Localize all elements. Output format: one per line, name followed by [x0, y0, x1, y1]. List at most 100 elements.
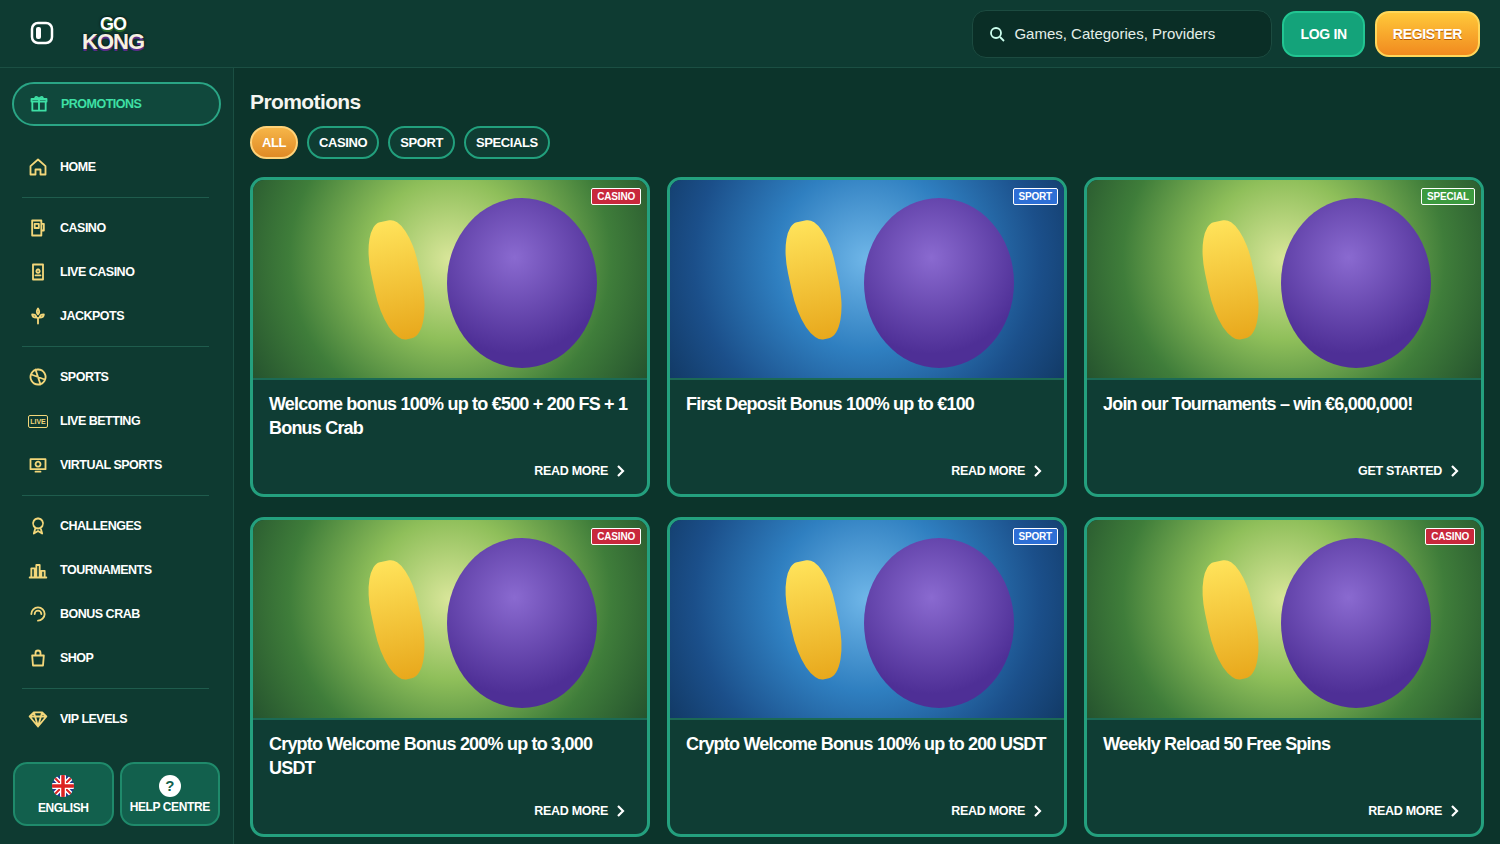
read-more-link[interactable]: GET STARTED: [1358, 464, 1465, 478]
read-more-link[interactable]: READ MORE: [534, 464, 631, 478]
promo-image: SPECIAL: [1087, 180, 1481, 380]
sidebar-item-icon: [28, 157, 48, 177]
sidebar-item[interactable]: VIRTUAL SPORTS: [0, 443, 233, 487]
link-label: READ MORE: [534, 464, 608, 478]
filter-pill[interactable]: SPORT: [388, 126, 455, 159]
sidebar-separator: [22, 197, 209, 198]
login-button[interactable]: LOG IN: [1282, 11, 1364, 57]
sidebar-item[interactable]: BONUS CRAB: [0, 592, 233, 636]
sidebar-item[interactable]: SPORTS: [0, 355, 233, 399]
search-placeholder: Games, Categories, Providers: [1014, 25, 1215, 42]
promo-card[interactable]: CASINO Crypto Welcome Bonus 200% up to 3,…: [250, 517, 650, 837]
promo-card[interactable]: SPORTCrypto Welcome Bonus 100% up to 200…: [667, 517, 1067, 837]
chevron-right-icon: [1032, 805, 1042, 817]
sidebar-item[interactable]: LIVE LIVE BETTING: [0, 399, 233, 443]
sidebar-item[interactable]: HOME: [0, 145, 233, 189]
card-title: Weekly Reload 50 Free Spins: [1103, 732, 1465, 756]
help-button[interactable]: ? HELP CENTRE: [120, 762, 221, 826]
sidebar-item-label: JACKPOTS: [60, 309, 124, 323]
sidebar-item-label: CASINO: [60, 221, 106, 235]
sidebar-item-label: BONUS CRAB: [60, 607, 140, 621]
sidebar-item-label: LIVE BETTING: [60, 414, 140, 428]
read-more-link[interactable]: READ MORE: [534, 804, 631, 818]
promo-image: CASINO: [253, 520, 647, 720]
gorilla-figure: [1281, 538, 1431, 708]
card-title: Crypto Welcome Bonus 200% up to 3,000 US…: [269, 732, 631, 781]
link-label: GET STARTED: [1358, 464, 1442, 478]
sidebar-item[interactable]: PROMOTIONS: [12, 82, 221, 126]
read-more-link[interactable]: READ MORE: [951, 804, 1048, 818]
sidebar-item-icon: [28, 709, 48, 729]
promo-card[interactable]: CASINO Weekly Reload 50 Free Spins READ MO…: [1084, 517, 1484, 837]
sidebar-item-label: SHOP: [60, 651, 93, 665]
sidebar-group: HOME: [0, 145, 233, 189]
promo-image: SPORT: [670, 520, 1064, 720]
promo-card[interactable]: SPECIAL Join our Tournaments – win €6,000…: [1084, 177, 1484, 497]
sidebar-item[interactable]: SHOP: [0, 636, 233, 680]
banana-figure: [778, 556, 850, 683]
category-tag: SPORT: [1013, 188, 1058, 205]
sidebar-item-label: SPORTS: [60, 370, 108, 384]
sidebar-item[interactable]: TOURNAMENTS: [0, 548, 233, 592]
sidebar-separator: [22, 688, 209, 689]
sidebar-item[interactable]: CHALLENGES: [0, 504, 233, 548]
banana-figure: [778, 216, 850, 343]
sidebar-group: CHALLENGESTOURNAMENTS BONUS CRAB SHOP: [0, 504, 233, 680]
sidebar-item-icon: [28, 367, 48, 387]
gorilla-figure: [1281, 198, 1431, 368]
promo-image: CASINO: [253, 180, 647, 380]
sidebar-group: VIP LEVELS: [0, 697, 233, 741]
footer-button-label: ENGLISH: [38, 801, 89, 815]
read-more-link[interactable]: READ MORE: [1368, 804, 1465, 818]
chevron-right-icon: [1449, 465, 1459, 477]
logo-top-text: GO: [100, 16, 126, 32]
link-label: READ MORE: [951, 464, 1025, 478]
sidebar-group: SPORTS LIVE LIVE BETTING VIRTUAL SPORTS: [0, 355, 233, 487]
card-title: Join our Tournaments – win €6,000,000!: [1103, 392, 1465, 416]
flag-button[interactable]: ENGLISH: [13, 762, 114, 826]
sidebar-item-label: PROMOTIONS: [61, 97, 141, 111]
read-more-link[interactable]: READ MORE: [951, 464, 1048, 478]
promo-card[interactable]: SPORT First Deposit Bonus 100% up to €100…: [667, 177, 1067, 497]
sidebar-item-label: HOME: [60, 160, 96, 174]
sidebar-item-icon: [28, 648, 48, 668]
card-body: Crypto Welcome Bonus 200% up to 3,000 US…: [253, 720, 647, 834]
sidebar-separator: [22, 346, 209, 347]
banana-figure: [1195, 556, 1267, 683]
sidebar-item-icon: [28, 262, 48, 282]
uk-flag-icon: [51, 774, 75, 798]
promo-grid: CASINO Welcome bonus 100% up to €500 + 20…: [250, 177, 1484, 837]
footer-button-label: HELP CENTRE: [130, 800, 210, 814]
sidebar-item-label: LIVE CASINO: [60, 265, 134, 279]
logo[interactable]: GOKONG: [82, 16, 144, 52]
register-button[interactable]: REGISTER: [1375, 11, 1480, 57]
search-field[interactable]: Games, Categories, Providers: [972, 10, 1272, 58]
sidebar-item[interactable]: CASINO: [0, 206, 233, 250]
page-title: Promotions: [250, 90, 1484, 114]
sidebar-toggle-icon[interactable]: [29, 20, 55, 46]
category-tag: SPORT: [1013, 528, 1058, 545]
chevron-right-icon: [1449, 805, 1459, 817]
gorilla-figure: [447, 198, 597, 368]
sidebar-item-label: VIRTUAL SPORTS: [60, 458, 162, 472]
help-icon: ?: [159, 775, 181, 797]
live-icon: LIVE: [28, 415, 48, 428]
card-title: Welcome bonus 100% up to €500 + 200 FS +…: [269, 392, 631, 441]
sidebar-item[interactable]: LIVE CASINO: [0, 250, 233, 294]
category-tag: SPECIAL: [1421, 188, 1475, 205]
gorilla-figure: [447, 538, 597, 708]
sidebar-item-label: VIP LEVELS: [60, 712, 127, 726]
sidebar-group: PROMOTIONS: [0, 82, 233, 145]
sidebar-item[interactable]: JACKPOTS: [0, 294, 233, 338]
sidebar-footer: ENGLISH? HELP CENTRE: [0, 762, 233, 826]
promo-card[interactable]: CASINO Welcome bonus 100% up to €500 + 20…: [250, 177, 650, 497]
card-body: First Deposit Bonus 100% up to €100READ …: [670, 380, 1064, 494]
filter-pill[interactable]: CASINO: [307, 126, 379, 159]
filter-pill[interactable]: ALL: [250, 126, 298, 159]
sidebar-item-icon: [28, 604, 48, 624]
link-label: READ MORE: [951, 804, 1025, 818]
chevron-right-icon: [615, 805, 625, 817]
promo-image: CASINO: [1087, 520, 1481, 720]
filter-pill[interactable]: SPECIALS: [464, 126, 550, 159]
sidebar-item[interactable]: VIP LEVELS: [0, 697, 233, 741]
